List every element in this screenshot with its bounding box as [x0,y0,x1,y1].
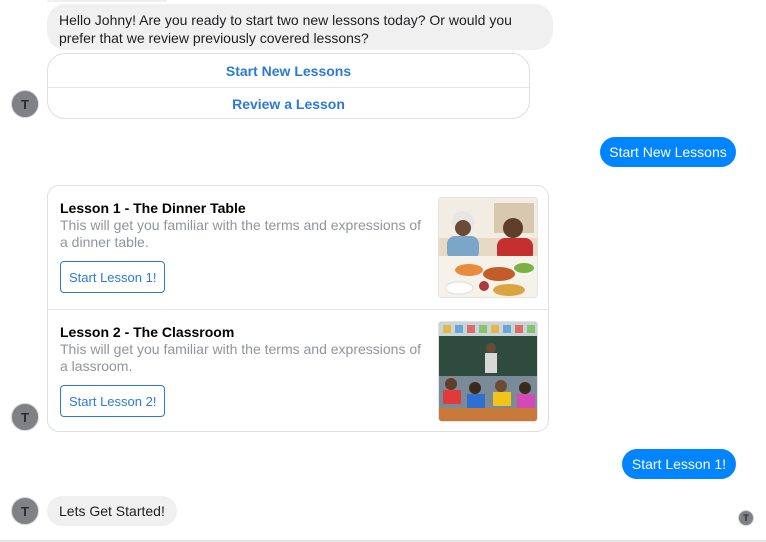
bot-avatar: T [11,90,39,118]
user-message-text: Start New Lessons [609,144,727,160]
bot-avatar: T [11,403,39,431]
quick-replies: Start New Lessons Review a Lesson [47,53,530,119]
avatar-initial: T [21,96,29,112]
quick-reply-review-lesson[interactable]: Review a Lesson [48,87,529,118]
user-message-start-new-lessons: Start New Lessons [600,137,736,167]
start-lesson-2-button[interactable]: Start Lesson 2! [60,385,166,417]
lesson-card-1: Lesson 1 - The Dinner Table This will ge… [48,186,548,309]
lesson-description: This will get you familiar with the term… [60,217,422,250]
previous-message-edge [47,0,167,2]
bot-avatar: T [11,497,39,525]
lesson-description: This will get you familiar with the term… [60,341,422,374]
avatar-initial: T [743,513,749,523]
user-message-start-lesson-1: Start Lesson 1! [622,449,736,479]
quick-reply-start-new-lessons[interactable]: Start New Lessons [48,54,529,87]
lesson-carousel: Lesson 1 - The Dinner Table This will ge… [47,185,549,432]
avatar-initial: T [21,503,29,519]
dinner-table-image [438,197,538,298]
bot-message-text: Hello Johny! Are you ready to start two … [59,12,512,46]
bot-message-lets-get-started: Lets Get Started! [47,496,177,526]
lesson-title: Lesson 1 - The Dinner Table [60,200,246,216]
start-lesson-1-button[interactable]: Start Lesson 1! [60,261,166,293]
classroom-image [438,321,538,422]
lesson-title: Lesson 2 - The Classroom [60,324,235,340]
bot-message-greeting: Hello Johny! Are you ready to start two … [47,4,553,50]
avatar-initial: T [21,409,29,425]
read-receipt-avatar: T [738,510,754,526]
user-message-text: Start Lesson 1! [631,456,727,472]
lesson-card-2: Lesson 2 - The Classroom This will get y… [48,309,548,431]
bot-message-text: Lets Get Started! [59,503,165,519]
